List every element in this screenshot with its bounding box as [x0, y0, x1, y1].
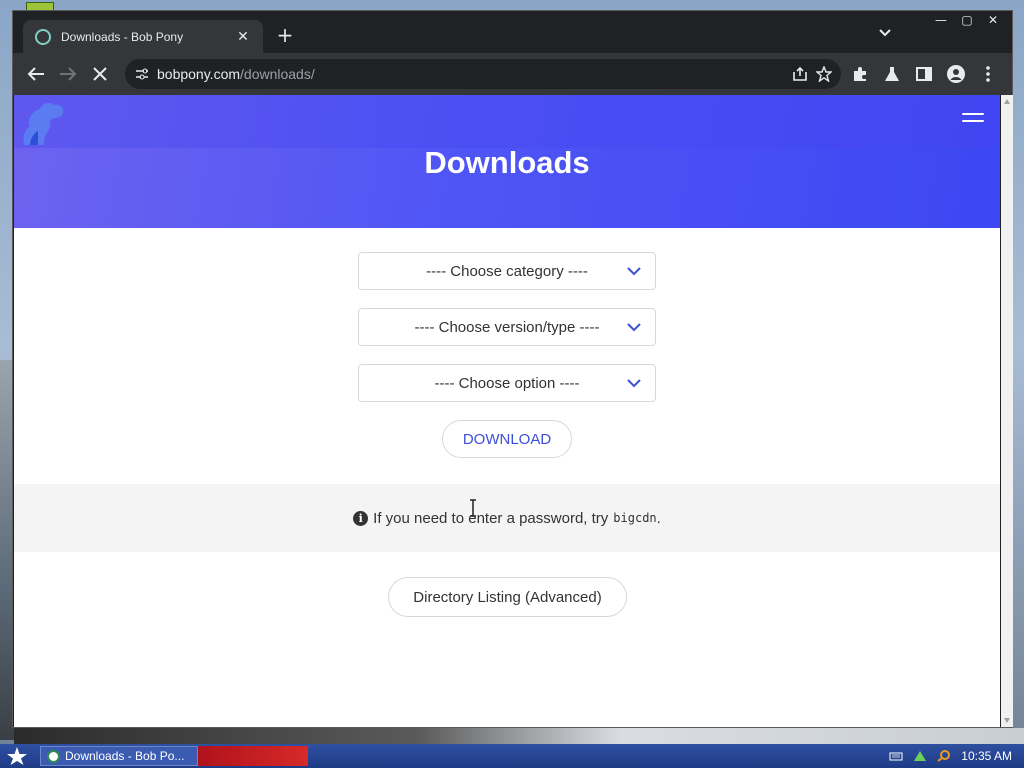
more-menu-icon[interactable] [977, 63, 999, 85]
directory-listing-button[interactable]: Directory Listing (Advanced) [388, 577, 627, 617]
tab-title: Downloads - Bob Pony [61, 29, 184, 44]
arrow-left-icon [27, 67, 44, 81]
search-icon[interactable] [937, 750, 951, 762]
taskbar-item-browser[interactable]: Downloads - Bob Po... [40, 746, 198, 766]
url-host: bobpony.com [157, 66, 241, 82]
page-title: Downloads [424, 145, 590, 180]
forward-button[interactable] [57, 63, 79, 85]
version-select-value: ---- Choose version/type ---- [414, 318, 600, 336]
notice-suffix: . [656, 509, 661, 527]
browser-icon [47, 749, 60, 763]
start-star-icon[interactable] [6, 746, 28, 766]
hamburger-menu-icon[interactable] [962, 113, 984, 123]
back-button[interactable] [25, 63, 47, 85]
maximize-button[interactable]: ▢ [954, 11, 980, 29]
page-header: Downloads [14, 95, 1000, 228]
category-select-value: ---- Choose category ---- [426, 262, 588, 280]
new-tab-button[interactable]: + [275, 25, 295, 45]
version-type-select[interactable]: ---- Choose version/type ---- [358, 308, 656, 346]
password-notice: i If you need to enter a password, try b… [14, 484, 1000, 552]
profile-avatar-icon[interactable] [945, 63, 967, 85]
chevron-down-icon [627, 323, 641, 332]
address-bar[interactable]: bobpony.com/downloads/ [125, 59, 841, 89]
taskbar-item-label: Downloads - Bob Po... [65, 749, 185, 763]
browser-toolbar: bobpony.com/downloads/ [13, 53, 1012, 95]
password-code: bigcdn [613, 511, 657, 525]
tab-search-chevron-icon[interactable] [879, 29, 891, 37]
web-page: Downloads ---- Choose category ---- ----… [14, 95, 1000, 727]
keyboard-icon[interactable] [889, 750, 903, 762]
tab-close-icon[interactable]: ✕ [235, 29, 251, 45]
vertical-scrollbar[interactable] [1001, 95, 1013, 727]
close-icon [93, 67, 107, 81]
scroll-up-icon[interactable] [1004, 99, 1010, 104]
option-select-value: ---- Choose option ---- [434, 374, 580, 392]
site-settings-icon[interactable] [135, 67, 149, 81]
chevron-down-icon [627, 267, 641, 276]
window-controls: — ▢ ✕ [928, 11, 1006, 29]
share-icon[interactable] [791, 65, 809, 83]
taskbar-item-other[interactable] [198, 746, 308, 766]
system-tray: 10:35 AM [879, 744, 1024, 768]
bob-pony-logo-icon[interactable] [16, 99, 68, 147]
browser-window: Downloads - Bob Pony ✕ + — ▢ ✕ bobpony.c… [12, 10, 1013, 728]
tab-downloads[interactable]: Downloads - Bob Pony ✕ [23, 20, 263, 53]
desktop-wallpaper-strip [14, 728, 1024, 744]
scroll-down-icon[interactable] [1004, 718, 1010, 723]
labs-flask-icon[interactable] [881, 63, 903, 85]
url-path: /downloads/ [240, 66, 315, 82]
nav-bar [14, 95, 1000, 148]
network-icon[interactable] [913, 750, 927, 762]
minimize-button[interactable]: — [928, 11, 954, 29]
text-cursor-icon [470, 499, 476, 517]
chevron-down-icon [627, 379, 641, 388]
download-button[interactable]: DOWNLOAD [442, 420, 572, 458]
tab-strip: Downloads - Bob Pony ✕ + — ▢ ✕ [13, 11, 1012, 53]
url-text[interactable]: bobpony.com/downloads/ [157, 66, 785, 82]
notice-text: If you need to enter a password, try [373, 509, 609, 527]
stop-loading-button[interactable] [89, 63, 111, 85]
info-icon: i [353, 510, 369, 526]
close-window-button[interactable]: ✕ [980, 11, 1006, 29]
clock[interactable]: 10:35 AM [961, 749, 1012, 763]
bookmark-star-icon[interactable] [815, 65, 833, 83]
extensions-puzzle-icon[interactable] [849, 63, 871, 85]
taskbar: Downloads - Bob Po... 10:35 AM [0, 744, 1024, 768]
arrow-right-icon [60, 67, 77, 81]
side-panel-icon[interactable] [913, 63, 935, 85]
site-favicon-icon [35, 28, 51, 45]
option-select[interactable]: ---- Choose option ---- [358, 364, 656, 402]
category-select[interactable]: ---- Choose category ---- [358, 252, 656, 290]
